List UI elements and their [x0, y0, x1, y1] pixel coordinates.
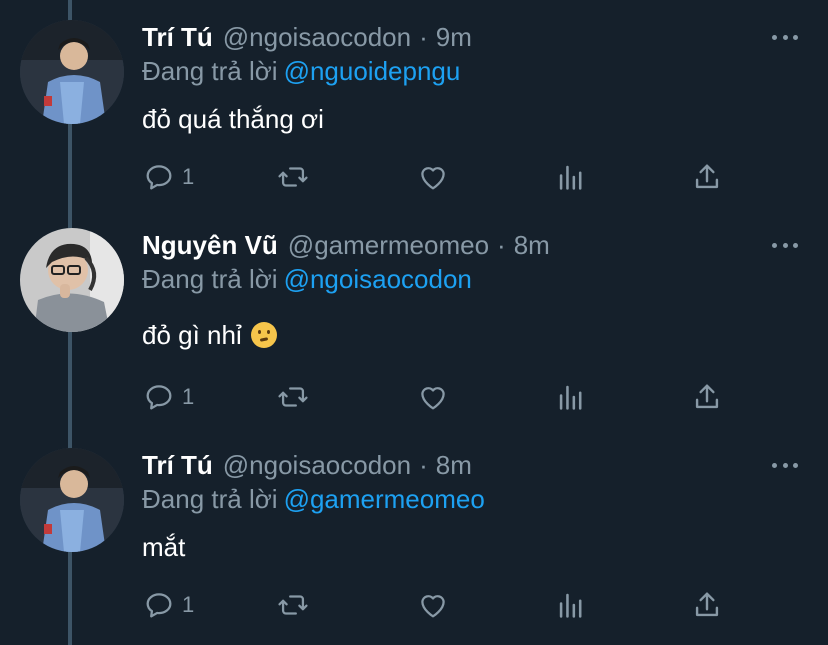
user-handle[interactable]: @ngoisaocodon: [223, 450, 411, 481]
share-button[interactable]: [690, 160, 724, 194]
avatar[interactable]: [20, 448, 124, 552]
tweet-actions: 1: [142, 160, 742, 194]
like-button[interactable]: [416, 380, 450, 414]
tweet[interactable]: Trí Tú @ngoisaocodon · 9m Đang trả lời @n…: [0, 20, 828, 220]
replying-to: Đang trả lời @ngoisaocodon: [142, 264, 472, 295]
display-name[interactable]: Trí Tú: [142, 22, 213, 53]
tweet-actions: 1: [142, 588, 742, 622]
replying-to: Đang trả lời @nguoidepngu: [142, 56, 460, 87]
tweet-text-content: mắt: [142, 532, 186, 562]
tweet-text: đỏ gì nhỉ: [142, 320, 277, 351]
thinking-face-emoji: [250, 322, 277, 348]
retweet-button[interactable]: [276, 160, 310, 194]
more-options-icon[interactable]: [772, 232, 798, 258]
reply-icon: [146, 385, 172, 410]
reply-count: 1: [182, 384, 195, 409]
display-name[interactable]: Trí Tú: [142, 450, 213, 481]
analytics-button[interactable]: [554, 160, 588, 194]
timestamp[interactable]: 9m: [436, 22, 472, 53]
user-avatar-photo: [20, 228, 124, 332]
share-icon: [695, 384, 719, 409]
display-name[interactable]: Nguyên Vũ: [142, 230, 278, 261]
mention-link[interactable]: @gamermeomeo: [284, 484, 485, 514]
heart-icon: [421, 387, 445, 410]
tweet-text-content: đỏ gì nhỉ: [142, 320, 242, 350]
heart-icon: [421, 595, 445, 618]
tweet-text-content: đỏ quá thắng ơi: [142, 104, 324, 134]
analytics-button[interactable]: [554, 588, 588, 622]
user-handle[interactable]: @gamermeomeo: [288, 230, 489, 261]
replying-to: Đang trả lời @gamermeomeo: [142, 484, 485, 515]
replying-to-label: Đang trả lời: [142, 484, 278, 514]
conversation-thread: Trí Tú @ngoisaocodon · 9m Đang trả lời @n…: [0, 0, 828, 645]
reply-icon: [146, 165, 172, 190]
user-avatar-photo: [20, 20, 124, 124]
replying-to-label: Đang trả lời: [142, 264, 278, 294]
separator: ·: [419, 449, 428, 480]
separator: ·: [419, 21, 428, 52]
timestamp[interactable]: 8m: [436, 450, 472, 481]
share-button[interactable]: [690, 588, 724, 622]
tweet-text: mắt: [142, 532, 185, 563]
reply-button[interactable]: 1: [142, 160, 194, 194]
analytics-icon: [559, 593, 582, 618]
timestamp[interactable]: 8m: [514, 230, 550, 261]
retweet-icon: [278, 167, 308, 187]
retweet-button[interactable]: [276, 588, 310, 622]
mention-link[interactable]: @nguoidepngu: [284, 56, 461, 86]
avatar[interactable]: [20, 228, 124, 332]
avatar[interactable]: [20, 20, 124, 124]
replying-to-label: Đang trả lời: [142, 56, 278, 86]
reply-count: 1: [182, 164, 195, 189]
reply-icon: [146, 593, 172, 618]
reply-button[interactable]: 1: [142, 380, 194, 414]
user-handle[interactable]: @ngoisaocodon: [223, 22, 411, 53]
tweet-header: Nguyên Vũ @gamermeomeo · 8m: [142, 228, 550, 262]
like-button[interactable]: [416, 588, 450, 622]
share-button[interactable]: [690, 380, 724, 414]
tweet-header: Trí Tú @ngoisaocodon · 9m: [142, 20, 472, 54]
tweet-text: đỏ quá thắng ơi: [142, 104, 324, 135]
analytics-icon: [559, 385, 582, 410]
retweet-icon: [278, 387, 308, 407]
heart-icon: [421, 167, 445, 190]
tweet-header: Trí Tú @ngoisaocodon · 8m: [142, 448, 472, 482]
retweet-button[interactable]: [276, 380, 310, 414]
reply-button[interactable]: 1: [142, 588, 194, 622]
more-options-icon[interactable]: [772, 24, 798, 50]
tweet[interactable]: Trí Tú @ngoisaocodon · 8m Đang trả lời @g…: [0, 448, 828, 638]
share-icon: [695, 592, 719, 617]
user-avatar-photo: [20, 448, 124, 552]
analytics-button[interactable]: [554, 380, 588, 414]
analytics-icon: [559, 165, 582, 190]
separator: ·: [497, 229, 506, 260]
tweet[interactable]: Nguyên Vũ @gamermeomeo · 8m Đang trả lời…: [0, 228, 828, 428]
retweet-icon: [278, 595, 308, 615]
tweet-actions: 1: [142, 380, 742, 414]
share-icon: [695, 164, 719, 189]
mention-link[interactable]: @ngoisaocodon: [284, 264, 472, 294]
more-options-icon[interactable]: [772, 452, 798, 478]
reply-count: 1: [182, 592, 195, 617]
like-button[interactable]: [416, 160, 450, 194]
